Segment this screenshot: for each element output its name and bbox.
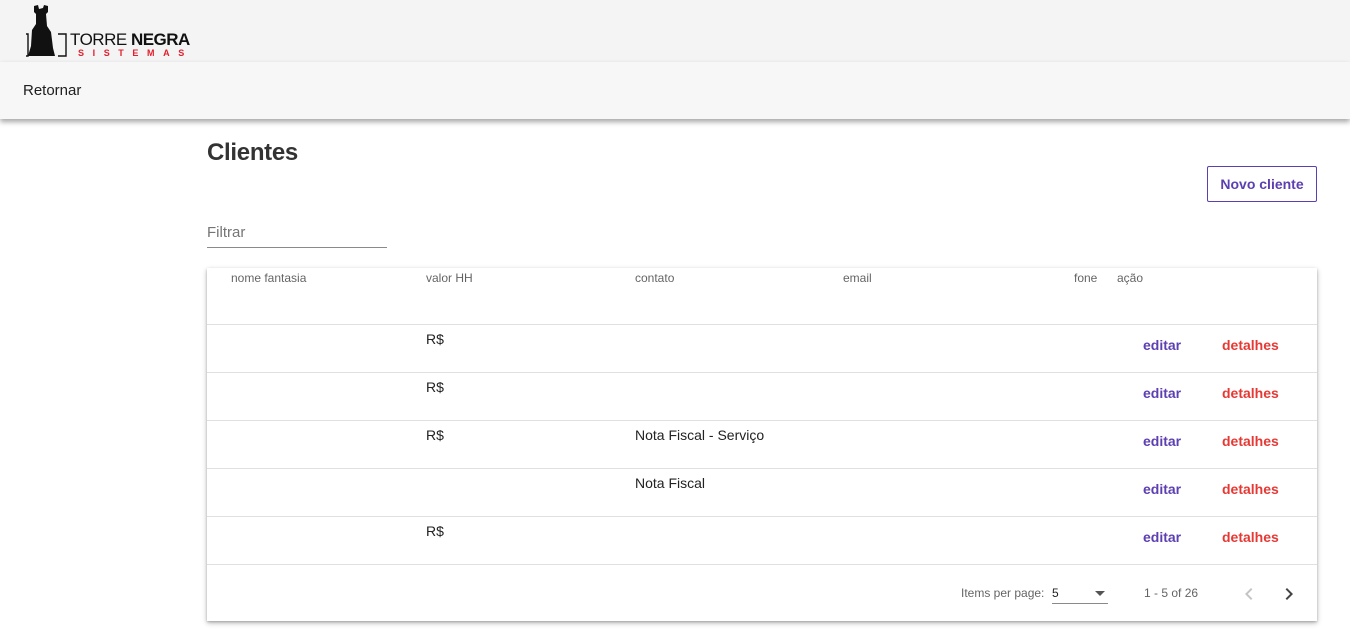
table-row: Nota Fiscal editar detalhes [207, 468, 1317, 516]
page-title: Clientes [207, 139, 298, 166]
cell-contato: Nota Fiscal [635, 475, 706, 491]
table-row: R$ editar detalhes [207, 324, 1317, 372]
header-fone[interactable]: fone [1074, 271, 1097, 285]
page-range-label: 1 - 5 of 26 [1144, 586, 1199, 600]
filter-input[interactable] [207, 218, 387, 247]
table-row: R$ editar detalhes [207, 372, 1317, 420]
items-per-page-label: Items per page: [961, 586, 1045, 600]
edit-button[interactable]: editar [1143, 433, 1181, 449]
filter-field[interactable] [207, 218, 387, 248]
new-client-button[interactable]: Novo cliente [1207, 166, 1317, 202]
tower-logo-icon [26, 5, 67, 57]
brand-name: TORRE NEGRA [70, 30, 190, 50]
items-per-page-value: 5 [1052, 586, 1059, 600]
clients-table: nome fantasia valor HH contato email fon… [207, 268, 1317, 621]
brand-name-bold: NEGRA [130, 30, 190, 49]
previous-page-button[interactable] [1236, 581, 1262, 607]
header-nome-fantasia[interactable]: nome fantasia [231, 271, 306, 285]
top-bar: TORRE NEGRA SISTEMAS [0, 0, 1350, 62]
header-valor-hh[interactable]: valor HH [426, 271, 473, 285]
edit-button[interactable]: editar [1143, 481, 1181, 497]
items-per-page-select[interactable]: 5 [1052, 580, 1108, 604]
cell-contato: Nota Fiscal - Serviço [635, 427, 765, 443]
edit-button[interactable]: editar [1143, 529, 1181, 545]
details-button[interactable]: detalhes [1222, 529, 1279, 545]
dropdown-arrow-icon [1095, 591, 1105, 596]
cell-valor-hh: R$ [426, 523, 444, 539]
cell-valor-hh: R$ [426, 427, 444, 443]
header-email[interactable]: email [843, 271, 872, 285]
table-row: R$ editar detalhes [207, 516, 1317, 564]
details-button[interactable]: detalhes [1222, 481, 1279, 497]
next-page-button[interactable] [1276, 581, 1302, 607]
details-button[interactable]: detalhes [1222, 385, 1279, 401]
cell-valor-hh: R$ [426, 379, 444, 395]
header-acao: ação [1117, 271, 1144, 285]
brand-logo[interactable]: TORRE NEGRA SISTEMAS [24, 4, 204, 58]
return-link[interactable]: Retornar [23, 82, 81, 99]
chevron-right-icon [1285, 588, 1293, 600]
edit-button[interactable]: editar [1143, 337, 1181, 353]
brand-name-regular: TORRE [70, 30, 127, 49]
cell-valor-hh: R$ [426, 331, 444, 347]
nav-bar: Retornar [0, 62, 1350, 119]
details-button[interactable]: detalhes [1222, 337, 1279, 353]
paginator: Items per page: 5 1 - 5 of 26 [207, 564, 1317, 621]
table-row: R$ Nota Fiscal - Serviço editar detalhes [207, 420, 1317, 468]
edit-button[interactable]: editar [1143, 385, 1181, 401]
details-button[interactable]: detalhes [1222, 433, 1279, 449]
brand-subtitle: SISTEMAS [78, 48, 193, 58]
chevron-left-icon [1245, 588, 1253, 600]
header-contato[interactable]: contato [635, 271, 674, 285]
